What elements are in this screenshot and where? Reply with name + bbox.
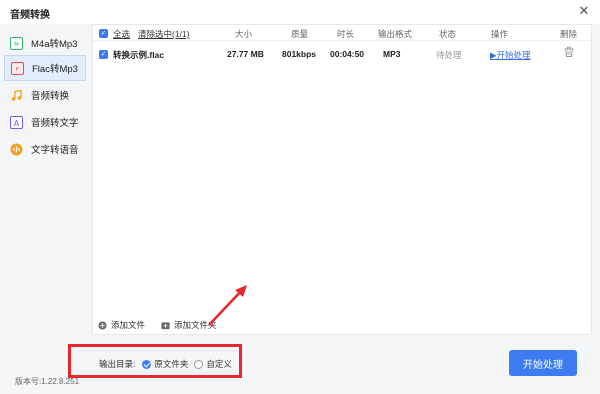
- sidebar-item-label: 音频转文字: [31, 118, 79, 129]
- table-row[interactable]: ✓ 转换示例.flac 27.77 MB 801kbps 00:04:50 MP…: [93, 42, 591, 66]
- close-icon[interactable]: ✕: [576, 3, 592, 19]
- column-header-duration: 时长: [337, 29, 355, 39]
- clear-selected-link[interactable]: 清除选中(1/1): [138, 28, 189, 40]
- sidebar-item-label: Flac转Mp3: [32, 64, 78, 75]
- table-header: ✓ 全选 清除选中(1/1) 大小 质量 时长 输出格式 状态 操作 删除: [93, 25, 591, 41]
- radio-original-folder[interactable]: 原文件夹: [142, 358, 188, 370]
- column-header-format: 输出格式: [378, 29, 413, 39]
- audio-wave-icon: [10, 143, 23, 156]
- column-header-quality: 质量: [291, 29, 309, 39]
- letter-a-icon: A: [10, 115, 23, 129]
- start-processing-link[interactable]: ▶开始处理: [490, 49, 531, 61]
- plus-circle-icon: [98, 321, 107, 330]
- column-header-size: 大小: [235, 29, 253, 39]
- sidebar-item-audio-convert[interactable]: 音频转换: [4, 82, 86, 108]
- annotation-arrow: [208, 285, 247, 326]
- output-directory-label: 输出目录:: [99, 359, 136, 369]
- svg-text:M: M: [14, 42, 19, 48]
- music-note-icon: [10, 89, 23, 102]
- file-size: 27.77 MB: [227, 49, 264, 59]
- add-file-button[interactable]: 添加文件: [98, 319, 145, 331]
- sidebar-item-label: M4a转Mp3: [31, 39, 78, 50]
- folder-plus-icon: [161, 321, 170, 330]
- status-text: 待处理: [436, 50, 462, 60]
- radio-unchecked-icon: [194, 359, 204, 369]
- sidebar-item-label: 文字转语音: [31, 145, 79, 156]
- flac-to-mp3-icon: F: [11, 61, 24, 75]
- svg-text:F: F: [16, 67, 19, 73]
- window-title: 音频转换: [10, 10, 50, 21]
- sidebar-item-text-to-speech[interactable]: 文字转语音: [4, 136, 86, 162]
- file-duration: 00:04:50: [330, 49, 365, 59]
- column-header-status: 状态: [439, 29, 457, 39]
- panel-footer: 添加文件 添加文件夹: [93, 314, 591, 334]
- m4a-to-mp3-icon: M: [10, 36, 23, 50]
- sidebar-item-flac-to-mp3[interactable]: F Flac转Mp3: [4, 55, 86, 81]
- radio-label: 原文件夹: [154, 359, 189, 369]
- sidebar-item-label: 音频转换: [31, 91, 70, 102]
- output-directory: 输出目录: 原文件夹 自定义: [99, 358, 232, 370]
- sidebar-item-audio-to-text[interactable]: A 音频转文字: [4, 109, 86, 135]
- radio-label: 自定义: [206, 359, 232, 369]
- start-processing-button[interactable]: 开始处理: [509, 350, 577, 376]
- radio-checked-icon: [142, 359, 152, 369]
- select-all-checkbox[interactable]: ✓: [99, 29, 108, 38]
- sidebar-item-m4a-to-mp3[interactable]: M M4a转Mp3: [4, 30, 86, 56]
- file-list-panel: ✓ 全选 清除选中(1/1) 大小 质量 时长 输出格式 状态 操作 删除 ✓ …: [92, 24, 592, 335]
- radio-custom-folder[interactable]: 自定义: [194, 358, 232, 370]
- sidebar: M M4a转Mp3 F Flac转Mp3 音频转换 A 音频转文字 文字转语音: [0, 24, 88, 364]
- file-name: 转换示例.flac: [113, 50, 165, 60]
- add-file-label: 添加文件: [111, 320, 146, 330]
- row-checkbox[interactable]: ✓: [99, 50, 108, 59]
- file-quality: 801kbps: [282, 49, 317, 59]
- version-text: 版本号:1.22.8.251: [15, 377, 80, 386]
- select-all-link[interactable]: 全选: [113, 28, 130, 40]
- output-format: MP3: [383, 49, 401, 59]
- svg-text:A: A: [14, 119, 20, 128]
- column-header-action: 操作: [491, 29, 509, 39]
- column-header-delete: 删除: [560, 29, 578, 39]
- title-bar: 音频转换 ✕: [0, 0, 600, 24]
- trash-icon[interactable]: [563, 46, 575, 58]
